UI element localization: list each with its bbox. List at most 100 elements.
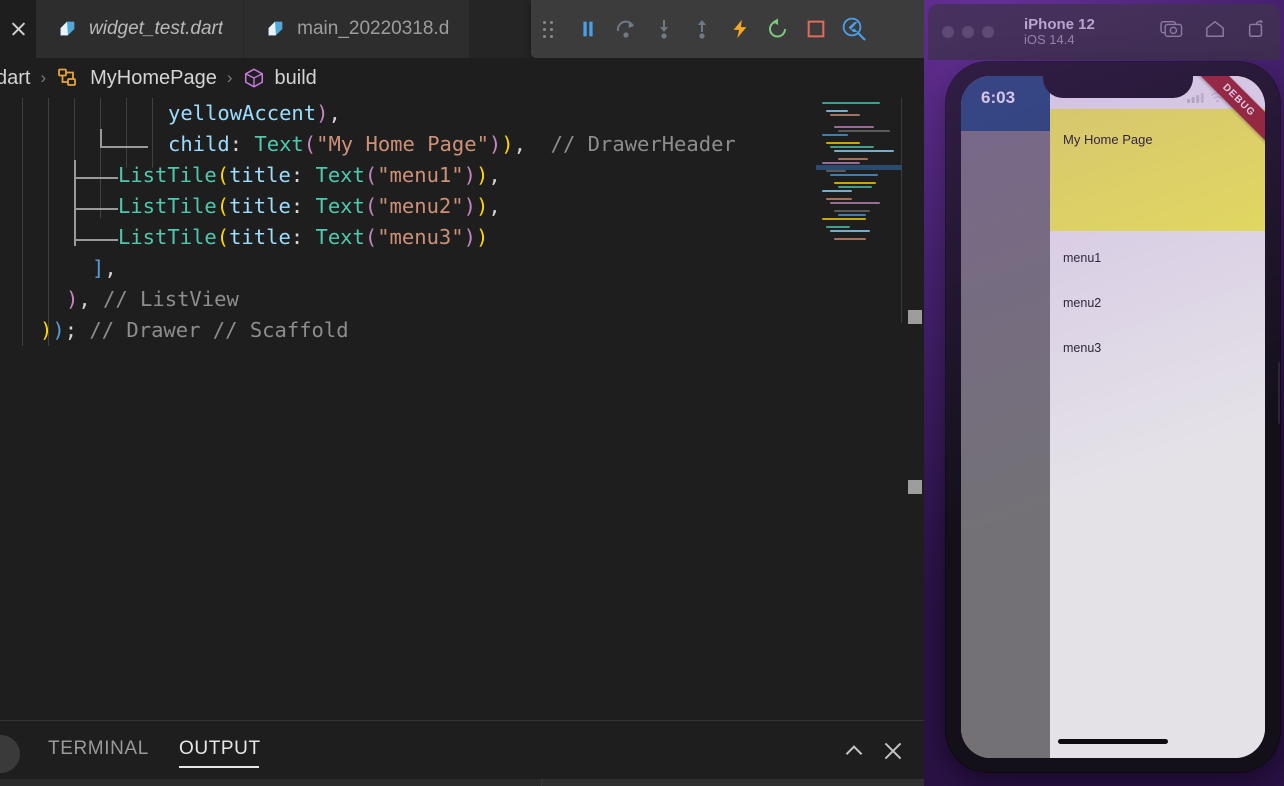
desktop-wallpaper: iPhone 12 iOS 14.4 My Home Page menu1 me… — [924, 0, 1284, 786]
status-bar-time: 6:03 — [981, 88, 1016, 107]
code-token: ListTile — [118, 194, 217, 218]
wifi-icon — [1210, 90, 1225, 108]
hot-reload-icon — [733, 19, 747, 39]
code-token: ) — [463, 194, 476, 218]
code-line: ListTile(title: Text("menu2")), — [0, 191, 736, 222]
battery-icon — [1231, 90, 1251, 108]
breadcrumb-item-method[interactable]: build — [275, 67, 317, 90]
code-token: title — [229, 163, 291, 187]
drawer-scrim[interactable] — [961, 76, 1050, 758]
code-token: ) — [475, 194, 489, 218]
list-item[interactable]: menu2 — [1063, 296, 1101, 310]
panel-tab-terminal[interactable]: TERMINAL — [48, 738, 149, 760]
step-over-button[interactable] — [607, 0, 645, 58]
code-token: title — [229, 194, 291, 218]
method-icon — [243, 67, 265, 89]
code-token: "My Home Page" — [316, 132, 489, 156]
code-token: ( — [216, 225, 230, 249]
zoom-window-button[interactable] — [982, 26, 994, 38]
editor-tab-widget-test[interactable]: widget_test.dart — [36, 0, 244, 58]
minimap-line — [826, 170, 846, 172]
editor-scrollbar[interactable] — [902, 98, 924, 720]
breadcrumb-item-file[interactable]: dart — [0, 67, 30, 90]
minimap-line — [834, 150, 894, 152]
minimap-line — [830, 114, 860, 116]
editor-tab-main[interactable]: main_20220318.d — [243, 0, 470, 58]
close-icon — [9, 20, 27, 38]
code-token: Text — [315, 225, 365, 249]
drag-handle-icon[interactable] — [531, 0, 569, 58]
code-token: ) — [475, 225, 489, 249]
code-token: // DrawerHeader — [525, 132, 736, 156]
simulator-titlebar[interactable]: iPhone 12 iOS 14.4 — [928, 4, 1280, 60]
hot-reload-button[interactable] — [721, 0, 759, 58]
code-token: , — [488, 163, 501, 187]
minimap-current-line — [816, 165, 902, 170]
code-token: child — [168, 132, 230, 156]
ios-status-bar: 6:03 — [961, 76, 1265, 120]
flutter-inspector-button[interactable] — [835, 0, 873, 58]
step-into-button[interactable] — [645, 0, 683, 58]
app-drawer: My Home Page menu1 menu2 menu3 — [1050, 76, 1265, 758]
home-icon[interactable] — [1204, 19, 1226, 44]
code-token: Text — [254, 132, 304, 156]
breadcrumb-separator: › — [40, 68, 47, 87]
debug-banner: DEBUG — [1189, 76, 1265, 150]
dart-file-icon — [56, 18, 78, 40]
minimap-line — [826, 110, 848, 112]
drawer-scrim-statusbar — [961, 76, 1050, 131]
screenshot-icon[interactable] — [1160, 19, 1184, 44]
hot-restart-button[interactable] — [759, 0, 797, 58]
chevron-up-icon[interactable] — [841, 738, 867, 764]
code-content: yellowAccent), child: Text ( "My Home Page"… — [0, 98, 736, 346]
pause-button[interactable] — [569, 0, 607, 58]
step-over-icon — [616, 20, 634, 38]
device-screen[interactable]: My Home Page menu1 menu2 menu3 6:03 DEBU… — [961, 76, 1265, 758]
breadcrumb: dart › MyHomePage › build — [0, 58, 924, 98]
list-item[interactable]: menu1 — [1063, 251, 1101, 265]
home-indicator[interactable] — [1058, 739, 1168, 744]
code-editor[interactable]: yellowAccent), child: Text ( "My Home Page"… — [0, 98, 924, 720]
stop-button[interactable] — [797, 0, 835, 58]
code-token: yellowAccent — [168, 101, 317, 125]
device-notch — [1043, 76, 1193, 98]
scrollbar-marker[interactable] — [908, 310, 922, 324]
editor-close-button[interactable] — [0, 0, 36, 58]
code-token: ListTile — [118, 163, 217, 187]
scrollbar-marker[interactable] — [908, 480, 922, 494]
minimap-line — [834, 238, 866, 240]
code-token: : — [229, 132, 255, 156]
minimap-line — [826, 142, 860, 144]
breadcrumb-item-class[interactable]: MyHomePage — [90, 67, 217, 90]
close-panel-icon[interactable] — [880, 738, 906, 764]
code-token: // ListView — [90, 287, 239, 311]
code-token: ] — [92, 256, 105, 280]
minimap-line — [830, 230, 870, 232]
device-os: iOS 14.4 — [1024, 32, 1075, 48]
panel-tab-output[interactable]: OUTPUT — [179, 738, 261, 760]
minimap-line — [822, 102, 880, 104]
code-token: ListTile — [118, 225, 217, 249]
step-out-icon — [698, 20, 706, 39]
drawer-header: My Home Page — [1050, 109, 1265, 231]
traffic-lights[interactable] — [942, 26, 994, 38]
code-token: ; — [64, 318, 78, 342]
rotate-icon[interactable] — [1246, 19, 1266, 44]
close-window-button[interactable] — [942, 26, 954, 38]
code-token: ) — [488, 132, 502, 156]
minimap-line — [822, 162, 860, 164]
minimap-line — [838, 130, 890, 132]
minimap-line — [834, 126, 874, 128]
code-token: , — [328, 101, 341, 125]
list-item[interactable]: menu3 — [1063, 341, 1101, 355]
class-icon — [56, 67, 80, 89]
panel-tab-active-underline — [179, 766, 259, 768]
code-token: "menu2" — [377, 194, 464, 218]
code-token: // Drawer // Scaffold — [77, 318, 349, 342]
minimize-window-button[interactable] — [962, 26, 974, 38]
minimap[interactable] — [816, 98, 902, 720]
hot-restart-icon — [769, 18, 786, 38]
step-out-button[interactable] — [683, 0, 721, 58]
code-line: ListTile(title: Text("menu3")) — [0, 222, 736, 253]
power-button[interactable] — [1278, 362, 1280, 424]
